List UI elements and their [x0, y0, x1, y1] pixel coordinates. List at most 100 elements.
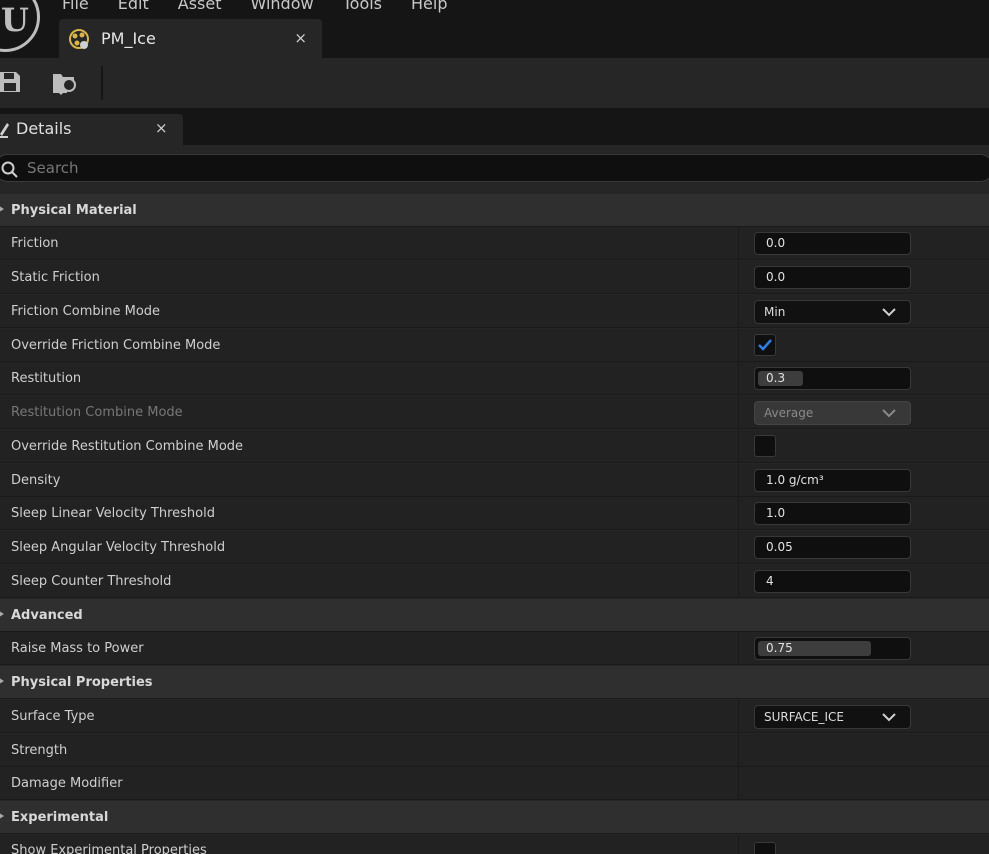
column-splitter[interactable]	[738, 430, 739, 463]
toolbar-divider	[101, 66, 103, 100]
column-splitter[interactable]	[738, 497, 739, 530]
property-row-raise-mass-to-power: Raise Mass to Power 0.75	[0, 632, 989, 665]
column-splitter[interactable]	[738, 531, 739, 564]
sleep-angular-velocity-threshold-input[interactable]: 0.05	[754, 536, 911, 559]
menu-tools[interactable]: Tools	[343, 0, 382, 14]
search-input[interactable]	[27, 157, 927, 179]
surface-type-dropdown[interactable]: SURFACE_ICE	[754, 705, 911, 729]
unreal-logo-mark: U	[1, 1, 29, 39]
property-label: Sleep Linear Velocity Threshold	[11, 506, 215, 521]
category-experimental[interactable]: Experimental	[0, 801, 989, 834]
field-value: 4	[766, 574, 774, 588]
property-label: Show Experimental Properties	[11, 843, 207, 854]
property-label: Friction	[11, 236, 59, 251]
property-row-surface-type: Surface Type SURFACE_ICE	[0, 700, 989, 733]
menu-file[interactable]: File	[62, 0, 89, 14]
field-value: 0.75	[766, 641, 793, 655]
column-splitter[interactable]	[738, 227, 739, 260]
field-value: 1.0	[766, 506, 786, 520]
column-splitter[interactable]	[738, 632, 739, 665]
property-row-friction-combine-mode: Friction Combine Mode Min	[0, 295, 989, 328]
collapse-arrow-icon	[0, 206, 4, 212]
column-splitter[interactable]	[738, 329, 739, 362]
property-row-sleep-counter-threshold: Sleep Counter Threshold 4	[0, 565, 989, 598]
sleep-counter-threshold-input[interactable]: 4	[754, 570, 911, 593]
column-splitter[interactable]	[738, 700, 739, 733]
dropdown-value: Average	[764, 406, 814, 420]
main-menu: File Edit Asset Window Tools Help	[62, 0, 477, 14]
show-experimental-properties-checkbox[interactable]	[754, 842, 776, 854]
column-splitter[interactable]	[738, 362, 739, 395]
chevron-down-icon	[882, 308, 896, 317]
category-title: Physical Material	[11, 203, 137, 218]
property-row-override-friction-combine-mode: Override Friction Combine Mode	[0, 329, 989, 362]
property-label: Damage Modifier	[11, 776, 123, 791]
details-tab-close-icon[interactable]: ×	[155, 119, 168, 137]
raise-mass-to-power-slider[interactable]: 0.75	[754, 637, 911, 660]
dropdown-value: Min	[764, 305, 786, 319]
property-label: Sleep Angular Velocity Threshold	[11, 540, 226, 555]
chevron-down-icon	[882, 713, 896, 722]
field-value: 0.0	[766, 236, 786, 250]
chevron-down-icon	[882, 409, 896, 418]
category-physical-properties[interactable]: Physical Properties	[0, 666, 989, 699]
column-splitter[interactable]	[738, 396, 739, 429]
document-tab-title: PM_Ice	[101, 29, 156, 48]
property-row-friction: Friction 0.0	[0, 227, 989, 260]
dropdown-value: SURFACE_ICE	[764, 710, 844, 724]
menu-asset[interactable]: Asset	[178, 0, 222, 14]
property-row-density: Density 1.0 g/cm³	[0, 464, 989, 497]
property-label: Override Friction Combine Mode	[11, 338, 221, 353]
category-advanced[interactable]: Advanced	[0, 599, 989, 632]
column-splitter[interactable]	[738, 261, 739, 294]
property-label: Friction Combine Mode	[11, 304, 161, 319]
friction-combine-mode-dropdown[interactable]: Min	[754, 300, 911, 324]
column-splitter[interactable]	[738, 734, 739, 767]
menu-edit[interactable]: Edit	[118, 0, 149, 14]
property-label: Strength	[11, 743, 68, 758]
details-pencil-icon	[0, 123, 9, 138]
title-bar: U File Edit Asset Window Tools Help PM_I…	[0, 0, 989, 58]
field-value: 1.0 g/cm³	[766, 473, 824, 487]
column-splitter[interactable]	[738, 295, 739, 328]
menu-window[interactable]: Window	[251, 0, 314, 14]
property-row-show-experimental-properties: Show Experimental Properties	[0, 835, 989, 854]
details-tab-label: Details	[16, 119, 72, 138]
static-friction-input[interactable]: 0.0	[754, 266, 911, 289]
column-splitter[interactable]	[738, 835, 739, 854]
restitution-slider[interactable]: 0.3	[754, 367, 911, 390]
category-title: Physical Properties	[11, 675, 153, 690]
column-splitter[interactable]	[738, 565, 739, 598]
property-row-restitution-combine-mode: Restitution Combine Mode Average	[0, 396, 989, 429]
column-splitter[interactable]	[738, 767, 739, 800]
property-label: Density	[11, 473, 61, 488]
property-row-damage-modifier: Damage Modifier	[0, 767, 989, 800]
column-splitter[interactable]	[738, 464, 739, 497]
collapse-arrow-icon	[0, 813, 4, 819]
property-row-restitution: Restitution 0.3	[0, 362, 989, 395]
document-tab-close-icon[interactable]: ×	[294, 29, 307, 47]
sleep-linear-velocity-threshold-input[interactable]: 1.0	[754, 502, 911, 525]
override-friction-combine-mode-checkbox[interactable]	[754, 334, 776, 356]
property-label: Restitution	[11, 371, 82, 386]
category-physical-material[interactable]: Physical Material	[0, 194, 989, 227]
category-title: Advanced	[11, 608, 83, 623]
field-value: 0.0	[766, 270, 786, 284]
unreal-logo-icon[interactable]: U	[0, 0, 40, 52]
collapse-arrow-icon	[0, 611, 4, 617]
browse-asset-icon[interactable]	[52, 70, 80, 96]
field-value: 0.05	[766, 540, 793, 554]
property-label: Surface Type	[11, 709, 95, 724]
density-input[interactable]: 1.0 g/cm³	[754, 469, 911, 492]
search-box[interactable]	[0, 154, 989, 182]
field-value: 0.3	[766, 371, 786, 385]
menu-help[interactable]: Help	[411, 0, 447, 14]
property-label: Override Restitution Combine Mode	[11, 439, 244, 454]
save-icon[interactable]	[0, 70, 22, 94]
details-tab[interactable]: Details ×	[0, 114, 183, 145]
override-restitution-combine-mode-checkbox[interactable]	[754, 435, 776, 457]
checkmark-icon	[758, 339, 772, 351]
document-tab[interactable]: PM_Ice ×	[59, 19, 322, 58]
friction-input[interactable]: 0.0	[754, 232, 911, 255]
search-icon	[1, 161, 18, 178]
